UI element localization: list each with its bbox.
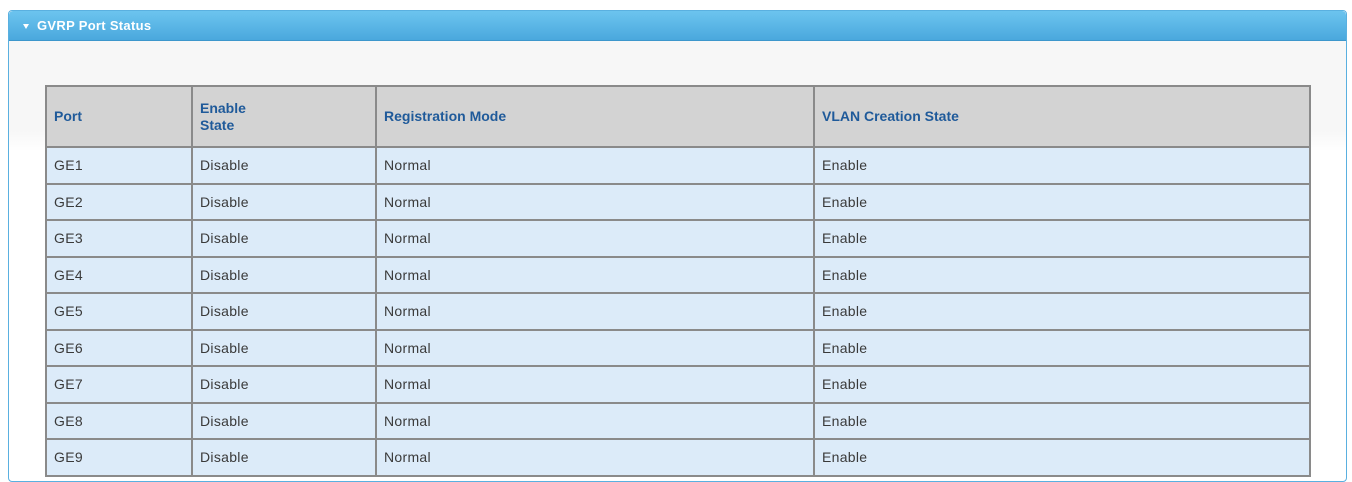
panel-header[interactable]: GVRP Port Status bbox=[9, 11, 1346, 41]
column-header-registration-mode: Registration Mode bbox=[375, 85, 815, 148]
column-header-enable-state: Enable State bbox=[191, 85, 377, 148]
table-row: GE4 Disable Normal Enable bbox=[45, 255, 1311, 294]
cell-registration-mode: Normal bbox=[375, 365, 815, 404]
table-row: GE6 Disable Normal Enable bbox=[45, 328, 1311, 367]
cell-registration-mode: Normal bbox=[375, 219, 815, 258]
cell-registration-mode: Normal bbox=[375, 438, 815, 477]
cell-port: GE8 bbox=[45, 401, 193, 440]
collapse-triangle-icon[interactable] bbox=[23, 23, 29, 29]
cell-vlan-creation-state: Enable bbox=[813, 438, 1311, 477]
table-row: GE5 Disable Normal Enable bbox=[45, 292, 1311, 331]
panel-title: GVRP Port Status bbox=[37, 18, 152, 33]
table-row: GE9 Disable Normal Enable bbox=[45, 438, 1311, 477]
cell-enable-state: Disable bbox=[191, 219, 377, 258]
cell-vlan-creation-state: Enable bbox=[813, 401, 1311, 440]
cell-port: GE1 bbox=[45, 146, 193, 185]
cell-enable-state: Disable bbox=[191, 255, 377, 294]
cell-registration-mode: Normal bbox=[375, 292, 815, 331]
cell-enable-state: Disable bbox=[191, 328, 377, 367]
cell-port: GE3 bbox=[45, 219, 193, 258]
cell-port: GE5 bbox=[45, 292, 193, 331]
cell-registration-mode: Normal bbox=[375, 401, 815, 440]
cell-enable-state: Disable bbox=[191, 438, 377, 477]
cell-vlan-creation-state: Enable bbox=[813, 255, 1311, 294]
cell-enable-state: Disable bbox=[191, 401, 377, 440]
cell-vlan-creation-state: Enable bbox=[813, 146, 1311, 185]
table-row: GE2 Disable Normal Enable bbox=[45, 182, 1311, 221]
gvrp-port-status-table: Port Enable State Registration Mode VLAN… bbox=[45, 85, 1311, 477]
cell-vlan-creation-state: Enable bbox=[813, 219, 1311, 258]
table-row: GE8 Disable Normal Enable bbox=[45, 401, 1311, 440]
cell-port: GE6 bbox=[45, 328, 193, 367]
cell-port: GE9 bbox=[45, 438, 193, 477]
cell-port: GE2 bbox=[45, 182, 193, 221]
cell-vlan-creation-state: Enable bbox=[813, 365, 1311, 404]
column-header-vlan-creation-state: VLAN Creation State bbox=[813, 85, 1311, 148]
table-row: GE7 Disable Normal Enable bbox=[45, 365, 1311, 404]
cell-port: GE4 bbox=[45, 255, 193, 294]
cell-registration-mode: Normal bbox=[375, 328, 815, 367]
table-header-row: Port Enable State Registration Mode VLAN… bbox=[45, 85, 1311, 148]
gvrp-port-status-table-container: Port Enable State Registration Mode VLAN… bbox=[45, 85, 1311, 477]
cell-enable-state: Disable bbox=[191, 146, 377, 185]
cell-port: GE7 bbox=[45, 365, 193, 404]
cell-vlan-creation-state: Enable bbox=[813, 292, 1311, 331]
cell-vlan-creation-state: Enable bbox=[813, 182, 1311, 221]
cell-registration-mode: Normal bbox=[375, 255, 815, 294]
column-header-port: Port bbox=[45, 85, 193, 148]
cell-enable-state: Disable bbox=[191, 292, 377, 331]
cell-enable-state: Disable bbox=[191, 365, 377, 404]
cell-registration-mode: Normal bbox=[375, 182, 815, 221]
gvrp-port-status-panel: GVRP Port Status Port Enable State Regis… bbox=[8, 10, 1347, 482]
table-row: GE3 Disable Normal Enable bbox=[45, 219, 1311, 258]
cell-registration-mode: Normal bbox=[375, 146, 815, 185]
table-row: GE1 Disable Normal Enable bbox=[45, 146, 1311, 185]
cell-enable-state: Disable bbox=[191, 182, 377, 221]
cell-vlan-creation-state: Enable bbox=[813, 328, 1311, 367]
